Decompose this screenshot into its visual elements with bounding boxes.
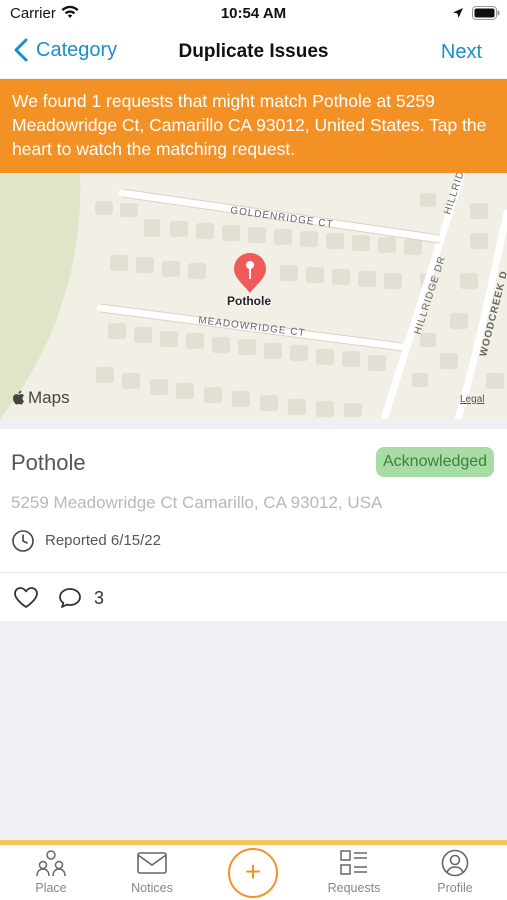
mail-icon <box>137 852 167 874</box>
duplicate-info-banner: We found 1 requests that might match Pot… <box>0 79 507 173</box>
list-icon <box>340 850 367 875</box>
tab-requests-label: Requests <box>327 881 381 895</box>
issue-card[interactable]: Pothole Acknowledged 5259 Meadowridge Ct… <box>0 429 507 621</box>
status-time: 10:54 AM <box>220 5 287 22</box>
map-pin-label: Pothole <box>227 294 271 308</box>
tab-profile-label: Profile <box>437 881 473 895</box>
maps-label: Maps <box>28 388 70 407</box>
place-icon <box>36 850 66 877</box>
clock-icon <box>12 530 34 552</box>
back-label: Category <box>36 38 118 61</box>
nav-bar: Category Duplicate Issues Next <box>0 28 507 78</box>
maps-attribution: Maps <box>12 388 70 408</box>
chevron-left-icon <box>14 38 28 62</box>
tab-place-label: Place <box>35 881 67 895</box>
map-pin-icon[interactable] <box>232 251 268 295</box>
comment-count: 3 <box>94 588 105 608</box>
status-bar: Carrier 10:54 AM <box>0 0 507 28</box>
map-view[interactable]: GOLDENRIDGE CT MEADOWRIDGE CT HILLRIDGE … <box>0 173 507 419</box>
location-arrow-icon <box>453 8 463 18</box>
status-badge: Acknowledged <box>376 447 495 477</box>
maps-legal-link[interactable]: Legal <box>460 394 484 405</box>
apple-logo-icon <box>13 390 25 405</box>
tab-bar: Place Notices + Requests Profile <box>0 840 507 900</box>
tab-profile[interactable]: Profile <box>415 849 495 895</box>
tab-requests[interactable]: Requests <box>314 849 394 895</box>
divider <box>0 572 507 573</box>
reported-date: Reported 6/15/22 <box>45 532 161 549</box>
tab-notices[interactable]: Notices <box>112 849 192 895</box>
add-icon: + <box>244 856 262 887</box>
tab-place[interactable]: Place <box>11 849 91 895</box>
tab-notices-label: Notices <box>131 881 173 895</box>
comment-icon[interactable] <box>58 587 82 609</box>
heart-icon[interactable] <box>13 586 39 610</box>
issue-address: 5259 Meadowridge Ct Camarillo, CA 93012,… <box>11 493 383 512</box>
add-request-button[interactable]: + <box>228 848 278 898</box>
battery-icon <box>472 6 500 20</box>
back-button[interactable]: Category <box>14 38 117 62</box>
user-icon <box>441 849 469 877</box>
next-button[interactable]: Next <box>441 41 482 64</box>
issue-title: Pothole <box>11 450 86 475</box>
